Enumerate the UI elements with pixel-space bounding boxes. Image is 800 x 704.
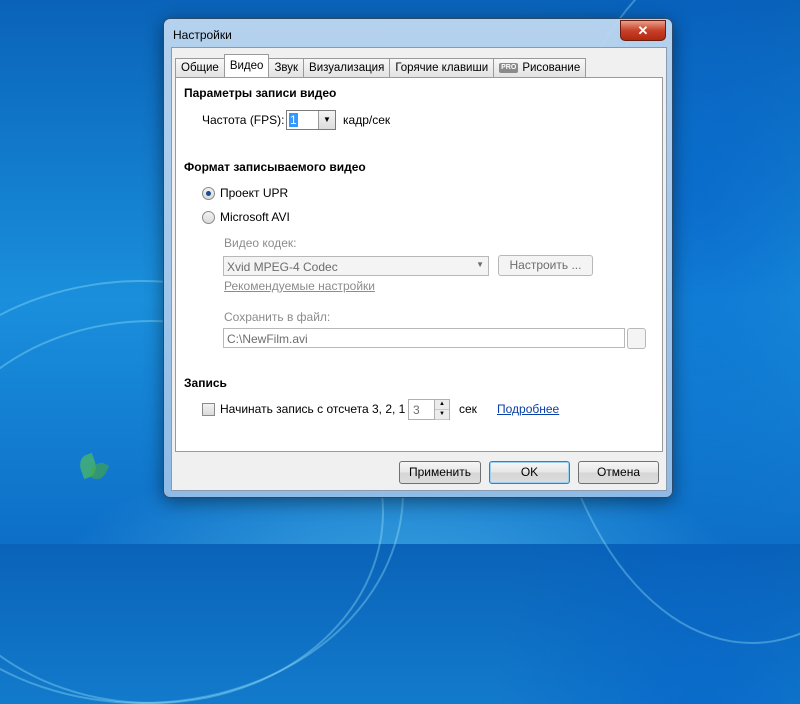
record-heading: Запись [184, 376, 227, 390]
pro-badge-icon: PRO [499, 63, 519, 73]
tab-video[interactable]: Видео [223, 54, 270, 77]
fps-unit: кадр/сек [343, 113, 391, 127]
countdown-stepper[interactable]: 3 ▲ ▼ [408, 399, 450, 420]
browse-file-button[interactable] [627, 328, 646, 349]
codec-select[interactable]: Xvid MPEG-4 Codec ▼ [223, 256, 489, 276]
radio-upr-label[interactable]: Проект UPR [220, 186, 288, 200]
save-file-label: Сохранить в файл: [224, 310, 331, 324]
radio-avi[interactable] [202, 211, 215, 224]
cancel-button[interactable]: Отмена [578, 461, 659, 484]
apply-button[interactable]: Применить [399, 461, 481, 484]
save-file-value: C:\NewFilm.avi [227, 332, 308, 346]
settings-dialog: Настройки ✕ Общие Видео Звук Визуализаци… [163, 18, 673, 498]
radio-avi-label[interactable]: Microsoft AVI [220, 210, 290, 224]
more-info-link[interactable]: Подробнее [497, 402, 559, 416]
close-button[interactable]: ✕ [620, 20, 666, 41]
title-bar[interactable]: Настройки ✕ [164, 19, 672, 47]
radio-upr[interactable] [202, 187, 215, 200]
format-heading: Формат записываемого видео [184, 160, 366, 174]
tab-visualization[interactable]: Визуализация [303, 58, 391, 77]
dialog-client-area: Общие Видео Звук Визуализация Горячие кл… [171, 47, 667, 491]
video-tab-panel: Параметры записи видео Частота (FPS): 1 … [175, 77, 663, 452]
fps-value: 1 [289, 113, 298, 127]
codec-label: Видео кодек: [224, 236, 297, 250]
save-file-input[interactable]: C:\NewFilm.avi [223, 328, 625, 348]
recommended-settings-link[interactable]: Рекомендуемые настройки [224, 279, 375, 293]
fps-label: Частота (FPS): [202, 113, 285, 127]
window-title: Настройки [173, 28, 232, 42]
tab-general[interactable]: Общие [175, 58, 225, 77]
stepper-down-icon[interactable]: ▼ [435, 410, 449, 420]
ok-button[interactable]: OK [489, 461, 570, 484]
countdown-value: 3 [413, 403, 420, 417]
recording-params-heading: Параметры записи видео [184, 86, 337, 100]
chevron-down-icon[interactable]: ▼ [318, 111, 335, 129]
fps-select[interactable]: 1 ▼ [286, 110, 336, 130]
countdown-checkbox[interactable] [202, 403, 215, 416]
close-icon: ✕ [637, 23, 649, 38]
countdown-label[interactable]: Начинать запись с отсчета 3, 2, 1 [220, 402, 405, 416]
tab-drawing[interactable]: PRO Рисование [493, 58, 587, 77]
configure-codec-button[interactable]: Настроить ... [498, 255, 593, 276]
codec-value: Xvid MPEG-4 Codec [227, 260, 338, 274]
countdown-unit: сек [459, 402, 477, 416]
stepper-up-icon[interactable]: ▲ [435, 400, 449, 410]
tab-strip: Общие Видео Звук Визуализация Горячие кл… [175, 54, 587, 77]
chevron-down-icon: ▼ [476, 260, 484, 269]
tab-hotkeys[interactable]: Горячие клавиши [389, 58, 495, 77]
tab-sound[interactable]: Звук [268, 58, 305, 77]
